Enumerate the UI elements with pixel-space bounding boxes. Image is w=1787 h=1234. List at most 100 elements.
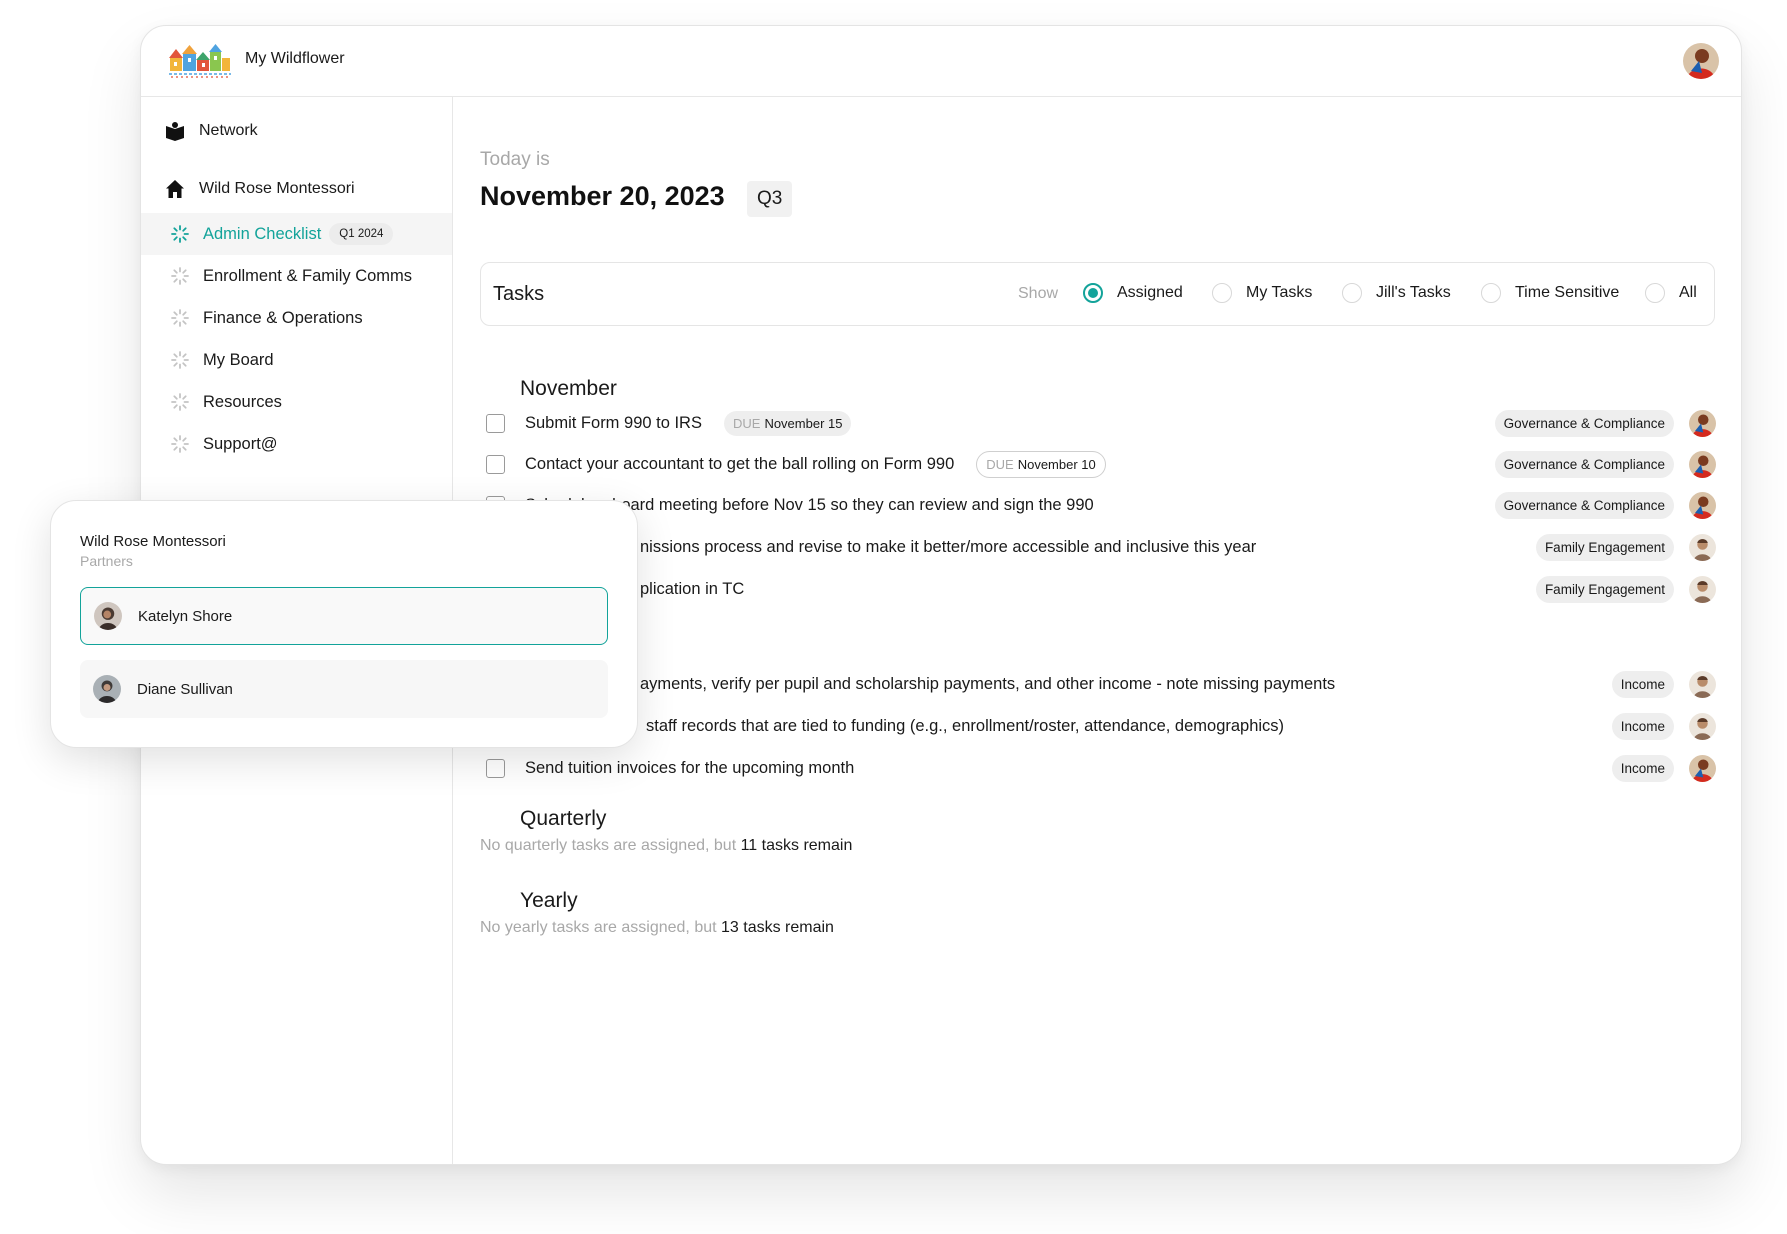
- partners-popup: Wild Rose Montessori Partners Katelyn Sh…: [50, 500, 638, 748]
- sidebar-item-label: Enrollment & Family Comms: [203, 266, 413, 285]
- quarter-badge: Q1 2024: [329, 223, 394, 245]
- radio-selected-icon: [1083, 283, 1103, 303]
- task-row: Schedule a board meeting before Nov 15 s…: [486, 490, 1716, 520]
- assignee-avatar[interactable]: [1689, 670, 1716, 698]
- note-text: No yearly tasks are assigned, but: [480, 919, 717, 936]
- loading-spinner-icon: [171, 435, 189, 453]
- loading-spinner-icon: [171, 393, 189, 411]
- task-row: nissions process and revise to make it b…: [486, 532, 1716, 562]
- partner-name: Diane Sullivan: [137, 680, 233, 698]
- task-text: Submit Form 990 to IRS: [525, 413, 702, 432]
- top-bar: My Wildflower: [141, 26, 1741, 97]
- task-row: Submit Form 990 to IRS DUE November 15 Go…: [486, 408, 1716, 438]
- partner-name: Katelyn Shore: [138, 607, 233, 625]
- radio-empty-icon: [1481, 283, 1501, 303]
- task-text: ayments, verify per pupil and scholarshi…: [640, 674, 1336, 693]
- filter-my-tasks-radio[interactable]: My Tasks: [1212, 283, 1312, 303]
- radio-empty-icon: [1645, 283, 1665, 303]
- task-checkbox[interactable]: [486, 454, 505, 474]
- sidebar-item-label: My Board: [203, 350, 274, 369]
- task-checkbox[interactable]: [486, 413, 505, 433]
- radio-empty-icon: [1342, 283, 1362, 303]
- loading-spinner-icon: [171, 309, 189, 327]
- section-november-title: November: [520, 377, 617, 400]
- section-quarterly-title: Quarterly: [520, 807, 607, 830]
- category-tag[interactable]: Income: [1611, 754, 1674, 782]
- category-tag[interactable]: Governance & Compliance: [1494, 409, 1674, 437]
- task-row: ayments, verify per pupil and scholarshi…: [486, 669, 1716, 699]
- today-label: Today is: [480, 149, 550, 170]
- due-date: November 15: [764, 415, 843, 431]
- category-tag[interactable]: Family Engagement: [1535, 575, 1674, 603]
- filter-label: Jill's Tasks: [1376, 284, 1451, 301]
- sidebar-item-label: Resources: [203, 392, 282, 411]
- filter-time-sensitive-radio[interactable]: Time Sensitive: [1481, 283, 1619, 303]
- tasks-title: Tasks: [493, 283, 545, 305]
- popup-school-name: Wild Rose Montessori: [80, 533, 226, 550]
- app-title: My Wildflower: [245, 50, 345, 67]
- task-row: Send tuition invoices for the upcoming m…: [486, 753, 1716, 783]
- radio-empty-icon: [1212, 283, 1232, 303]
- network-book-icon: [165, 121, 185, 141]
- sidebar-item-label: Admin Checklist: [203, 224, 322, 243]
- task-row: staff records that are tied to funding (…: [486, 711, 1716, 741]
- filter-label: My Tasks: [1246, 284, 1313, 301]
- task-row: Contact your accountant to get the ball …: [486, 449, 1716, 479]
- nav-network-label: Network: [199, 122, 258, 139]
- remaining-count[interactable]: 13 tasks remain: [721, 919, 834, 936]
- home-icon: [165, 179, 185, 199]
- sidebar-item-admin-checklist[interactable]: Admin Checklist Q1 2024: [141, 213, 452, 255]
- assignee-avatar[interactable]: [1689, 409, 1716, 437]
- category-tag[interactable]: Governance & Compliance: [1494, 491, 1674, 519]
- filter-label: All: [1679, 284, 1697, 301]
- task-row: plication in TC Family Engagement: [486, 574, 1716, 604]
- loading-spinner-icon: [171, 267, 189, 285]
- partner-item-katelyn-shore[interactable]: Katelyn Shore: [80, 587, 608, 645]
- avatar: [94, 602, 122, 630]
- task-text: nissions process and revise to make it b…: [640, 537, 1257, 556]
- assignee-avatar[interactable]: [1689, 491, 1716, 519]
- remaining-count[interactable]: 11 tasks remain: [741, 837, 853, 854]
- partner-item-diane-sullivan[interactable]: Diane Sullivan: [80, 660, 608, 718]
- assignee-avatar[interactable]: [1689, 450, 1716, 478]
- category-tag[interactable]: Governance & Compliance: [1494, 450, 1674, 478]
- assignee-avatar[interactable]: [1689, 712, 1716, 740]
- user-avatar[interactable]: [1683, 43, 1719, 79]
- task-checkbox[interactable]: [486, 758, 505, 778]
- due-badge: DUE November 15: [723, 410, 852, 436]
- assignee-avatar[interactable]: [1689, 533, 1716, 561]
- nav-school-label: Wild Rose Montessori: [199, 180, 355, 197]
- tasks-filter-bar: Tasks Show Assigned My Tasks Jill's Task…: [480, 262, 1715, 326]
- category-tag[interactable]: Income: [1611, 712, 1674, 740]
- task-text: Contact your accountant to get the ball …: [525, 454, 955, 473]
- avatar: [93, 675, 121, 703]
- sidebar-item-label: Finance & Operations: [203, 308, 363, 327]
- section-yearly-title: Yearly: [520, 889, 578, 912]
- wildflower-logo-icon[interactable]: [167, 41, 233, 79]
- quarter-badge: Q3: [747, 181, 793, 217]
- sidebar-item-enrollment[interactable]: Enrollment & Family Comms: [141, 255, 452, 297]
- filter-label: Time Sensitive: [1515, 284, 1620, 301]
- sidebar-item-my-board[interactable]: My Board: [141, 339, 452, 381]
- category-tag[interactable]: Family Engagement: [1535, 533, 1674, 561]
- due-date: November 10: [1017, 456, 1096, 472]
- filter-label: Assigned: [1117, 284, 1183, 301]
- category-tag[interactable]: Income: [1611, 670, 1674, 698]
- due-badge: DUE November 10: [976, 450, 1106, 478]
- due-word: DUE: [732, 415, 761, 431]
- loading-spinner-icon: [171, 225, 189, 243]
- sidebar-item-support[interactable]: Support@: [141, 423, 452, 465]
- task-text: staff records that are tied to funding (…: [646, 716, 1285, 735]
- page-title: November 20, 2023: [480, 181, 725, 211]
- nav-school[interactable]: Wild Rose Montessori: [165, 179, 355, 199]
- sidebar-item-resources[interactable]: Resources: [141, 381, 452, 423]
- sidebar-item-finance[interactable]: Finance & Operations: [141, 297, 452, 339]
- filter-all-radio[interactable]: All: [1645, 283, 1697, 303]
- filter-jills-tasks-radio[interactable]: Jill's Tasks: [1342, 283, 1451, 303]
- assignee-avatar[interactable]: [1689, 754, 1716, 782]
- show-label: Show: [1018, 285, 1059, 302]
- assignee-avatar[interactable]: [1689, 575, 1716, 603]
- nav-network[interactable]: Network: [165, 121, 258, 141]
- loading-spinner-icon: [171, 351, 189, 369]
- filter-assigned-radio[interactable]: Assigned: [1083, 283, 1183, 303]
